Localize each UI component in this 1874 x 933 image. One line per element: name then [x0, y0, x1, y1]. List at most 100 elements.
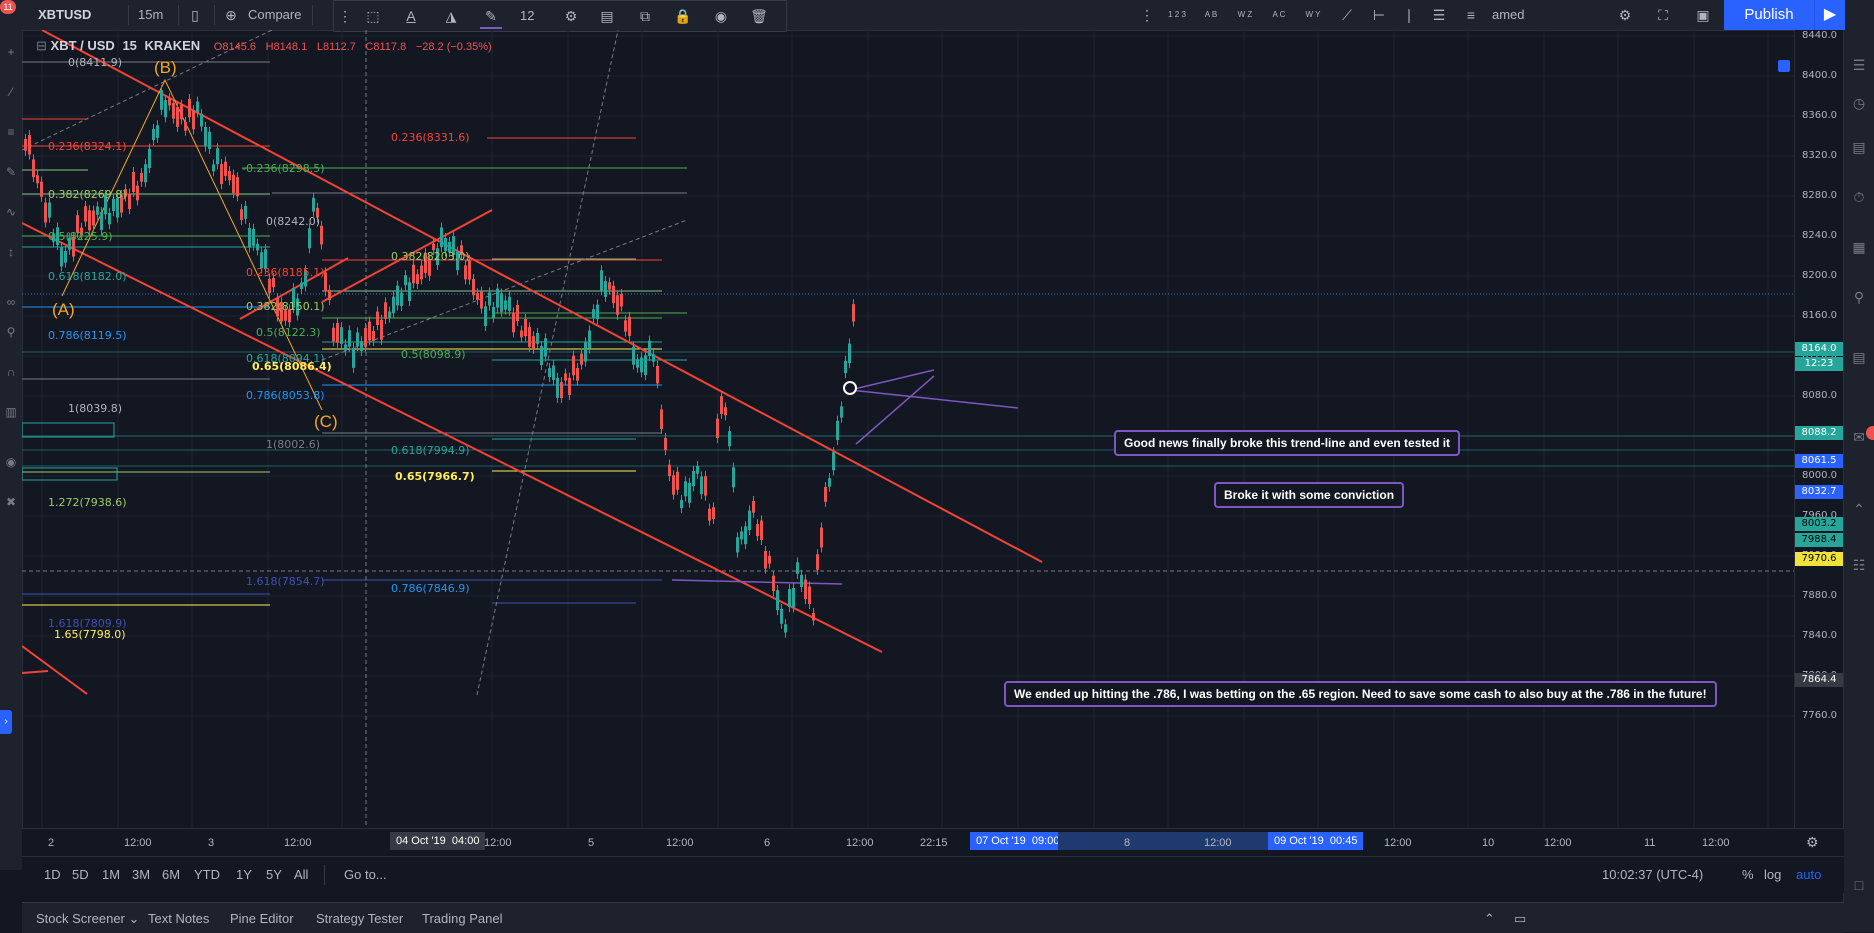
- alerts-clock-icon[interactable]: ◷: [1850, 94, 1868, 112]
- visibility-eye-icon[interactable]: ◉: [710, 5, 732, 27]
- range-1y[interactable]: 1Y: [236, 867, 252, 882]
- settings-icon[interactable]: ⚙: [560, 5, 582, 27]
- range-1m[interactable]: 1M: [102, 867, 120, 882]
- magnet-icon[interactable]: ∩: [3, 364, 19, 380]
- snapshot-camera-icon[interactable]: ▣: [1692, 4, 1714, 26]
- legend-pair[interactable]: XBT / USD: [51, 38, 115, 53]
- line-style-icon[interactable]: ⬚: [362, 5, 384, 27]
- fib-retracement-icon[interactable]: ≡: [1460, 4, 1482, 26]
- delete-trash-icon[interactable]: 🗑: [748, 5, 770, 27]
- drag-handle-icon[interactable]: ⋮: [1136, 4, 1158, 26]
- hide-drawings-icon[interactable]: ◉: [3, 454, 19, 470]
- tab-trading-panel[interactable]: Trading Panel: [422, 911, 502, 926]
- elliott-triangle-icon[interactable]: W Z: [1230, 4, 1260, 26]
- range-1d[interactable]: 1D: [44, 867, 61, 882]
- news-icon[interactable]: ▤: [1850, 348, 1868, 366]
- vertical-line-icon[interactable]: ∣: [1398, 4, 1420, 26]
- fib-label: 0.236(8185.1): [246, 266, 325, 279]
- percent-scale-toggle[interactable]: %: [1742, 867, 1754, 882]
- compare-button[interactable]: Compare: [248, 0, 301, 30]
- callout-conviction[interactable]: Broke it with some conviction: [1214, 482, 1405, 508]
- publish-button[interactable]: Publish: [1724, 0, 1814, 30]
- range-6m[interactable]: 6M: [162, 867, 180, 882]
- chart-pane[interactable]: ⊟ XBT / USD 15 KRAKEN O8145.6 H8148.1 L8…: [22, 30, 1794, 828]
- range-5d[interactable]: 5D: [72, 867, 89, 882]
- candle-body: [408, 282, 411, 302]
- price-chart[interactable]: [22, 30, 1794, 828]
- candle-type-icon[interactable]: ▯: [184, 4, 206, 26]
- object-tree-icon[interactable]: ▤: [596, 5, 618, 27]
- ruler-icon[interactable]: ∞: [3, 294, 19, 310]
- candle-body: [344, 344, 347, 351]
- streams-icon[interactable]: ⌃: [1850, 500, 1868, 518]
- text-color-icon[interactable]: A: [400, 5, 422, 27]
- prediction-icon[interactable]: ↕: [3, 244, 19, 260]
- remove-drawings-icon[interactable]: ✖: [3, 494, 19, 510]
- elliott-impulse-icon[interactable]: 1 2 3: [1162, 4, 1192, 26]
- tab-strategy-tester[interactable]: Strategy Tester: [316, 911, 403, 926]
- range-5y[interactable]: 5Y: [266, 867, 282, 882]
- callout-trendline-break[interactable]: Good news finally broke this trend-line …: [1114, 430, 1461, 456]
- candle-body: [372, 330, 375, 341]
- clock-timezone[interactable]: 10:02:37 (UTC-4): [1602, 867, 1703, 882]
- play-icon[interactable]: ▶: [1814, 0, 1845, 30]
- log-scale-toggle[interactable]: log: [1764, 867, 1781, 882]
- help-icon[interactable]: □: [1850, 876, 1868, 894]
- watchlist-icon[interactable]: ☰: [1850, 56, 1868, 74]
- range-all[interactable]: All: [294, 867, 308, 882]
- ideas-bulb-icon[interactable]: ⚲: [1850, 288, 1868, 306]
- symbol-search[interactable]: XBTUSD: [38, 0, 91, 30]
- calculator-icon[interactable]: ☷: [1850, 556, 1868, 574]
- goto-date-button[interactable]: Go to...: [344, 867, 387, 882]
- parallel-channel-icon[interactable]: ☰: [1428, 4, 1450, 26]
- drag-handle-icon[interactable]: ⋮: [334, 5, 356, 27]
- brush-icon[interactable]: ✎: [3, 164, 19, 180]
- fullscreen-icon[interactable]: ⛶: [1652, 4, 1674, 26]
- data-window-icon[interactable]: ▤: [1850, 138, 1868, 156]
- compare-plus-icon[interactable]: ⊕: [220, 4, 242, 26]
- fib-label: 0.382(8203.0): [391, 250, 470, 263]
- time-axis[interactable]: 2 12:00 3 12:00 04 Oct '19 04:00 12:00 5…: [22, 828, 1844, 857]
- elliott-triple-combo-icon[interactable]: W Y: [1298, 4, 1328, 26]
- maximize-panel-icon[interactable]: ▭: [1514, 911, 1526, 927]
- lock-icon[interactable]: 🔒: [672, 5, 694, 27]
- data-window-icon[interactable]: [1778, 60, 1790, 72]
- range-3m[interactable]: 3M: [132, 867, 150, 882]
- tab-stock-screener[interactable]: Stock Screener ⌄: [36, 911, 139, 927]
- trend-line-icon[interactable]: ⟋: [1336, 4, 1358, 26]
- tab-pine-editor[interactable]: Pine Editor: [230, 911, 294, 926]
- settings-gear-icon[interactable]: ⚙: [1614, 4, 1636, 26]
- axis-settings-gear-icon[interactable]: ⚙: [1806, 834, 1819, 851]
- notification-badge[interactable]: 11: [0, 0, 16, 14]
- candle-body: [764, 550, 767, 569]
- object-tree-toggle-icon[interactable]: ›: [0, 710, 12, 734]
- layout-name[interactable]: amed: [1492, 0, 1525, 30]
- horizontal-ray-icon[interactable]: ⊢: [1368, 4, 1390, 26]
- candle-body: [272, 277, 275, 288]
- font-size-select[interactable]: 12: [520, 1, 534, 31]
- fib-icon[interactable]: ≡: [3, 124, 19, 140]
- elliott-double-combo-icon[interactable]: A C: [1264, 4, 1294, 26]
- right-sidebar: ☰ ◷ ▤ ⏱ ▦ ⚲ ▤ ✉ ⌃ ☷ □: [1843, 30, 1874, 932]
- interval-select[interactable]: 15m: [138, 0, 163, 30]
- elliott-correction-icon[interactable]: A B: [1196, 4, 1226, 26]
- collapse-legend-icon[interactable]: ⊟: [36, 38, 47, 53]
- clone-icon[interactable]: ⧉: [634, 5, 656, 27]
- lock-drawings-icon[interactable]: ▥: [3, 404, 19, 420]
- price-scale[interactable]: 8440.0 8400.0 8360.0 8320.0 8280.0 8240.0 8200…: [1794, 30, 1845, 828]
- range-ytd[interactable]: YTD: [194, 867, 220, 882]
- calendar-icon[interactable]: ▦: [1850, 238, 1868, 256]
- price-tick: 8440.0: [1802, 30, 1837, 41]
- pencil-icon[interactable]: ✎: [480, 5, 502, 29]
- callout-786-hit[interactable]: We ended up hitting the .786, I was bett…: [1004, 681, 1717, 707]
- auto-scale-toggle[interactable]: auto: [1796, 867, 1821, 882]
- candle-body: [32, 159, 35, 178]
- hotlist-icon[interactable]: ⏱: [1850, 188, 1868, 206]
- tab-text-notes[interactable]: Text Notes: [148, 911, 209, 926]
- crosshair-icon[interactable]: +: [3, 44, 19, 60]
- trend-line-icon[interactable]: ∕: [3, 84, 19, 100]
- fill-color-icon[interactable]: ◮: [440, 5, 462, 27]
- expand-chevron-icon[interactable]: ⌃: [1484, 911, 1495, 927]
- zoom-icon[interactable]: ⚲: [3, 324, 19, 340]
- pattern-icon[interactable]: ∿: [3, 204, 19, 220]
